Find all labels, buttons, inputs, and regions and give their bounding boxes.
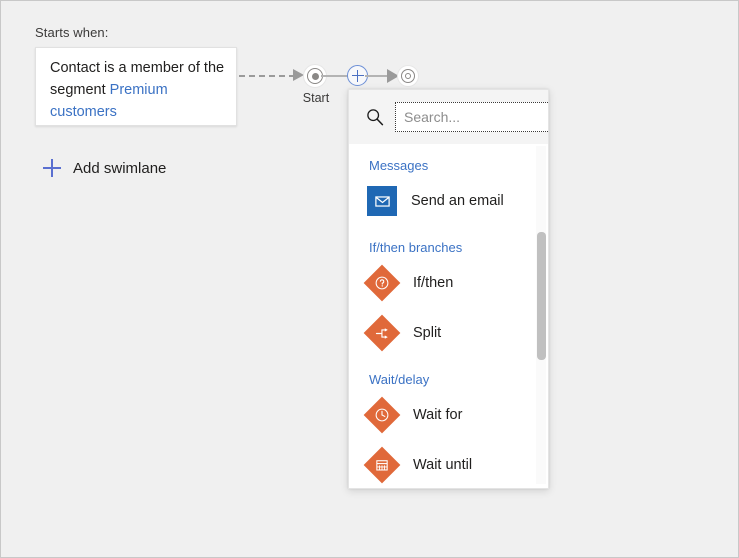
app-root: Starts when: Contact is a member of the … bbox=[0, 0, 739, 558]
step-picker-flyout[interactable]: Messages Send an email If/then branches bbox=[348, 89, 549, 489]
question-circle-icon bbox=[365, 266, 399, 300]
section-title-if-then-branches: If/then branches bbox=[349, 240, 548, 255]
calendar-icon bbox=[365, 448, 399, 482]
step-item-label: If/then bbox=[413, 275, 453, 291]
step-item-label: Wait until bbox=[413, 457, 472, 473]
section-title-wait-delay: Wait/delay bbox=[349, 372, 548, 387]
step-item-split[interactable]: Split bbox=[349, 311, 548, 355]
start-circle-dot bbox=[312, 73, 319, 80]
dashed-connector-line bbox=[239, 75, 295, 77]
plus-vertical-bar bbox=[357, 70, 359, 82]
search-icon bbox=[363, 105, 387, 129]
step-list[interactable]: Messages Send an email If/then branches bbox=[349, 144, 548, 488]
starts-when-label: Starts when: bbox=[35, 25, 108, 40]
search-input[interactable] bbox=[395, 102, 549, 132]
end-node[interactable] bbox=[397, 65, 419, 87]
step-item-wait-for[interactable]: Wait for bbox=[349, 393, 548, 437]
envelope-icon bbox=[367, 186, 397, 216]
step-item-if-then[interactable]: If/then bbox=[349, 261, 548, 305]
search-bar bbox=[349, 90, 548, 144]
add-swimlane-label: Add swimlane bbox=[73, 160, 166, 177]
plus-icon bbox=[43, 159, 61, 177]
start-node-label: Start bbox=[292, 91, 340, 105]
section-title-messages: Messages bbox=[349, 158, 548, 173]
end-circle-dot bbox=[405, 73, 411, 79]
clock-icon bbox=[365, 398, 399, 432]
step-item-label: Split bbox=[413, 325, 441, 341]
panel-scrollbar-thumb[interactable] bbox=[537, 232, 546, 360]
split-branch-icon bbox=[365, 316, 399, 350]
trigger-card-text: Contact is a member of the segment Premi… bbox=[50, 57, 225, 123]
step-item-label: Wait for bbox=[413, 407, 462, 423]
trigger-card[interactable]: Contact is a member of the segment Premi… bbox=[35, 47, 237, 126]
step-item-wait-until[interactable]: Wait until bbox=[349, 443, 548, 487]
add-swimlane-button[interactable]: Add swimlane bbox=[43, 156, 166, 180]
step-item-send-an-email[interactable]: Send an email bbox=[349, 179, 548, 223]
step-item-label: Send an email bbox=[411, 193, 504, 209]
